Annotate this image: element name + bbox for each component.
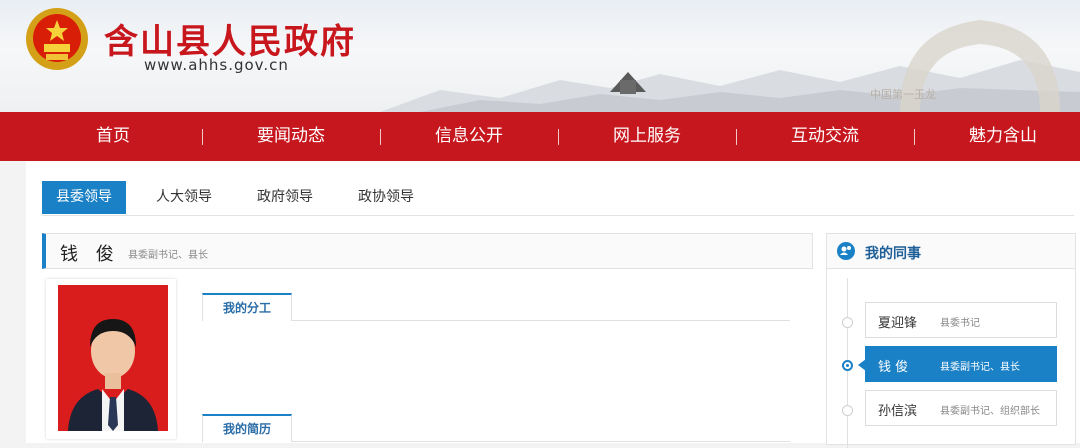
timeline-dot — [842, 405, 853, 416]
nav-item-interaction[interactable]: 互动交流 — [765, 112, 885, 161]
nav-separator — [380, 129, 381, 145]
profile-header: 钱 俊 县委副书记、县长 — [42, 233, 813, 269]
leader-tabs: 县委领导 人大领导 政府领导 政协领导 — [42, 181, 1074, 216]
nav-item-news[interactable]: 要闻动态 — [231, 112, 351, 161]
site-url: www.ahhs.gov.cn — [144, 56, 289, 74]
colleague-role: 县委书记 — [940, 318, 980, 329]
colleagues-title: 我的同事 — [865, 246, 921, 262]
profile-photo-frame — [46, 279, 176, 439]
colleague-name: 钱 俊 — [878, 360, 909, 375]
nav-item-home[interactable]: 首页 — [53, 112, 173, 161]
nav-separator — [202, 129, 203, 145]
colleague-role: 县委副书记、县长 — [940, 362, 1020, 373]
tab-my-resume[interactable]: 我的简历 — [202, 414, 293, 442]
profile-title: 县委副书记、县长 — [128, 250, 208, 261]
nav-item-info[interactable]: 信息公开 — [409, 112, 529, 161]
timeline-dot-active — [842, 360, 853, 371]
nav-separator — [736, 129, 737, 145]
nav-separator — [558, 129, 559, 145]
colleague-item[interactable]: 夏迎锋 县委书记 — [865, 302, 1057, 338]
people-icon — [837, 242, 855, 260]
colleagues-panel: 我的同事 夏迎锋 县委书记 钱 俊 县委副书记、县长 孙信滨 县委副书记、组织部… — [826, 233, 1076, 448]
tab-npc[interactable]: 人大领导 — [142, 181, 226, 214]
main-nav: 首页 要闻动态 信息公开 网上服务 互动交流 魅力含山 — [0, 112, 1080, 161]
timeline-dot — [842, 317, 853, 328]
tab-county-committee[interactable]: 县委领导 — [42, 181, 126, 214]
profile-photo — [58, 285, 168, 431]
colleague-item[interactable]: 孙信滨 县委副书记、组织部长 — [865, 390, 1057, 426]
header-banner: 含山县人民政府 www.ahhs.gov.cn 中国第一玉龙 — [0, 0, 1080, 112]
colleague-role: 县委副书记、组织部长 — [940, 406, 1040, 417]
nav-separator — [914, 129, 915, 145]
national-emblem-icon — [26, 8, 88, 70]
tab-government[interactable]: 政府领导 — [243, 181, 327, 214]
profile-name: 钱 俊 — [60, 244, 120, 265]
banner-watermark-text: 中国第一玉龙 — [870, 88, 936, 101]
nav-item-services[interactable]: 网上服务 — [587, 112, 707, 161]
colleague-name: 夏迎锋 — [878, 316, 918, 331]
nav-item-hanshan[interactable]: 魅力含山 — [943, 112, 1063, 161]
content-panel: 县委领导 人大领导 政府领导 政协领导 钱 俊 县委副书记、县长 我的分工 我的… — [26, 161, 1080, 448]
tab-cppcc[interactable]: 政协领导 — [344, 181, 428, 214]
colleague-name: 孙信滨 — [878, 404, 918, 419]
colleagues-header: 我的同事 — [827, 234, 1075, 269]
colleague-item-active[interactable]: 钱 俊 县委副书记、县长 — [858, 346, 1057, 382]
tab-my-duties[interactable]: 我的分工 — [202, 293, 293, 321]
